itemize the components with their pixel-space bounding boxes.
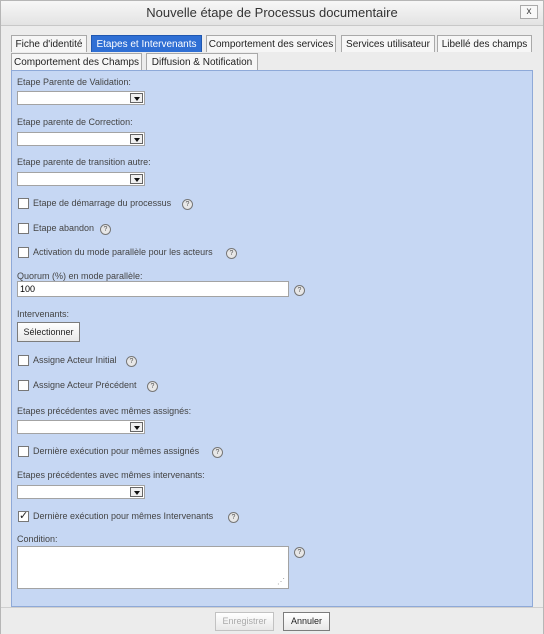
quorum-label: Quorum (%) en mode parallèle: (17, 271, 143, 281)
help-icon[interactable]: ? (147, 381, 158, 392)
condition-textarea[interactable]: ⋰ (17, 546, 289, 589)
chevron-down-icon[interactable] (130, 487, 143, 497)
prev-same-assigned-select[interactable] (17, 420, 145, 434)
chevron-down-icon[interactable] (130, 134, 143, 144)
chevron-down-icon[interactable] (130, 93, 143, 103)
parent-transition-select[interactable] (17, 172, 145, 186)
start-step-checkbox[interactable] (18, 198, 29, 209)
dialog-title: Nouvelle étape de Processus documentaire (146, 5, 398, 20)
parent-validation-select[interactable] (17, 91, 145, 105)
prev-same-intervenants-label: Etapes précédentes avec mêmes intervenan… (17, 470, 205, 480)
parallel-mode-checkbox[interactable] (18, 247, 29, 258)
close-icon[interactable]: x (520, 5, 538, 19)
parent-correction-select[interactable] (17, 132, 145, 146)
titlebar: Nouvelle étape de Processus documentaire… (1, 1, 543, 26)
parallel-mode-label: Activation du mode parallèle pour les ac… (33, 247, 213, 257)
help-icon[interactable]: ? (226, 248, 237, 259)
tab-diffusion-notification[interactable]: Diffusion & Notification (146, 53, 258, 70)
chevron-down-icon[interactable] (130, 174, 143, 184)
tab-comportement-champs[interactable]: Comportement des Champs (11, 53, 142, 70)
start-step-label: Etape de démarrage du processus (33, 198, 172, 208)
help-icon[interactable]: ? (100, 224, 111, 235)
help-icon[interactable]: ? (182, 199, 193, 210)
quorum-input[interactable]: 100 (17, 281, 289, 297)
parent-validation-label: Etape Parente de Validation: (17, 77, 131, 87)
help-icon[interactable]: ? (126, 356, 137, 367)
dialog-window: Nouvelle étape de Processus documentaire… (0, 0, 544, 634)
help-icon[interactable]: ? (294, 547, 305, 558)
select-intervenants-button[interactable]: Sélectionner (17, 322, 80, 342)
tab-content-panel (11, 70, 533, 607)
chevron-down-icon[interactable] (130, 422, 143, 432)
tab-libelle-champs[interactable]: Libellé des champs (437, 35, 532, 52)
last-exec-same-assigned-checkbox[interactable] (18, 446, 29, 457)
save-button[interactable]: Enregistrer (215, 612, 274, 631)
prev-same-assigned-label: Etapes précédentes avec mêmes assignés: (17, 406, 192, 416)
intervenants-label: Intervenants: (17, 309, 70, 319)
previous-actor-checkbox[interactable] (18, 380, 29, 391)
resize-grip-icon[interactable]: ⋰ (277, 577, 285, 586)
parent-correction-label: Etape parente de Correction: (17, 117, 133, 127)
help-icon[interactable]: ? (294, 285, 305, 296)
tab-etapes-intervenants[interactable]: Etapes et Intervenants (91, 35, 202, 52)
last-exec-same-intervenants-label: Dernière exécution pour mêmes Intervenan… (33, 511, 214, 521)
help-icon[interactable]: ? (212, 447, 223, 458)
prev-same-intervenants-select[interactable] (17, 485, 145, 499)
condition-label: Condition: (17, 534, 58, 544)
previous-actor-label: Assigne Acteur Précédent (33, 380, 137, 390)
initial-actor-label: Assigne Acteur Initial (33, 355, 117, 365)
last-exec-same-intervenants-checkbox[interactable] (18, 509, 29, 522)
tab-comportement-services[interactable]: Comportement des services (206, 35, 336, 52)
cancel-button[interactable]: Annuler (283, 612, 330, 631)
abandon-label: Etape abandon (33, 223, 95, 233)
abandon-checkbox[interactable] (18, 223, 29, 234)
help-icon[interactable]: ? (228, 512, 239, 523)
last-exec-same-assigned-label: Dernière exécution pour mêmes assignés (33, 446, 200, 456)
parent-transition-label: Etape parente de transition autre: (17, 157, 151, 167)
initial-actor-checkbox[interactable] (18, 355, 29, 366)
tab-fiche-identite[interactable]: Fiche d'identité (11, 35, 87, 52)
tab-services-utilisateur[interactable]: Services utilisateur (341, 35, 435, 52)
